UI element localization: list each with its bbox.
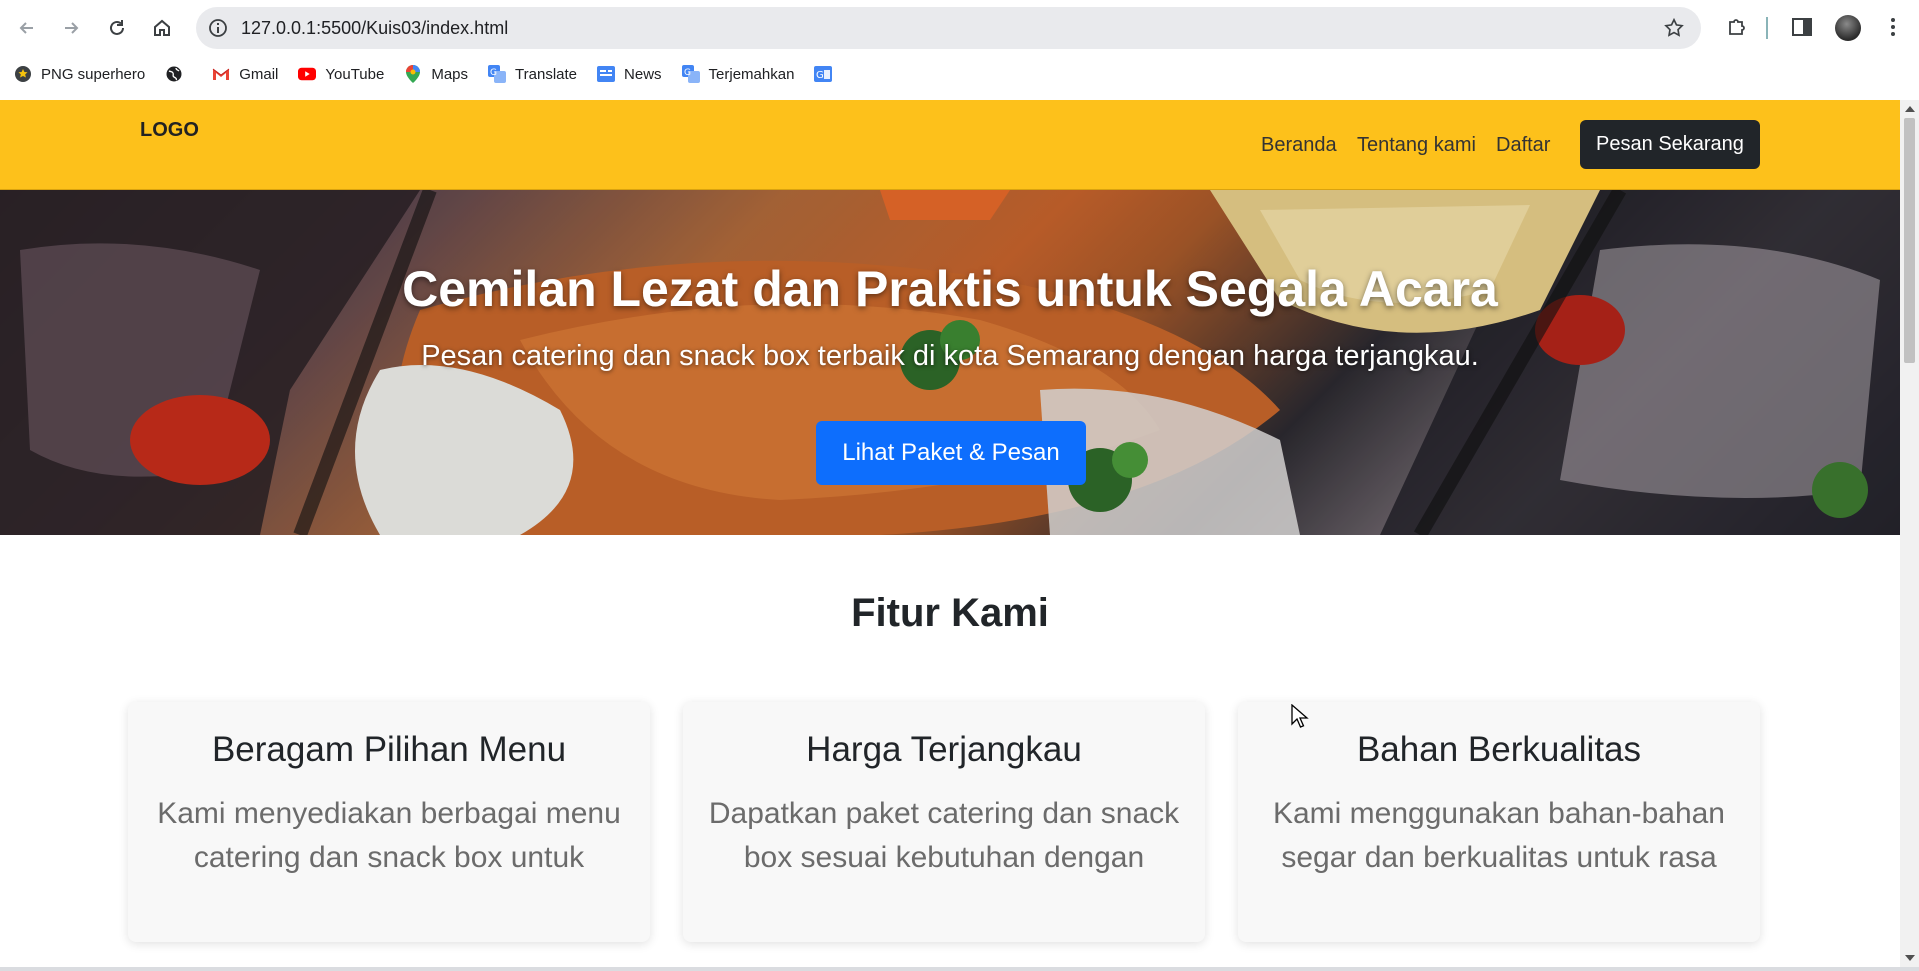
browser-toolbar: 127.0.0.1:5500/Kuis03/index.html [0, 0, 1919, 56]
home-button[interactable] [146, 12, 178, 44]
hero-subtitle: Pesan catering dan snack box terbaik di … [421, 340, 1479, 372]
bookmark-png-superhero[interactable]: PNG superhero [14, 60, 145, 88]
bookmark-label: Maps [431, 65, 469, 83]
globe-icon [165, 65, 183, 83]
nav-link-beranda[interactable]: Beranda [1261, 133, 1337, 157]
bookmark-gmail[interactable]: Gmail [212, 60, 278, 88]
side-panel-button[interactable] [1789, 14, 1815, 40]
feature-card: Bahan Berkualitas Kami menggunakan bahan… [1238, 702, 1760, 942]
news-icon [597, 65, 616, 83]
toolbar-divider [1766, 17, 1768, 39]
window-bottom-edge [0, 967, 1919, 971]
features-title: Fitur Kami [851, 591, 1049, 635]
bookmark-translate[interactable]: G Translate [488, 60, 577, 88]
feature-card: Harga Terjangkau Dapatkan paket catering… [683, 702, 1205, 942]
bookmark-maps[interactable]: Maps [404, 60, 468, 88]
feature-card-text: Kami menggunakan bahan-bahan segar dan b… [1272, 797, 1725, 874]
site-info-icon[interactable] [208, 18, 228, 38]
mouse-cursor-icon [1291, 704, 1309, 728]
forward-arrow-icon [65, 22, 79, 34]
bookmark-label: YouTube [325, 65, 385, 83]
nav-link-tentang-kami[interactable]: Tentang kami [1357, 133, 1476, 157]
feature-card: Beragam Pilihan Menu Kami menyediakan be… [128, 702, 650, 942]
feature-card-title: Beragam Pilihan Menu [211, 730, 567, 769]
bookmarks-bar: PNG superhero Gmail YouTube Maps G Trans… [0, 58, 1919, 90]
bookmark-terjemahkan[interactable]: G Terjemahkan [681, 60, 795, 88]
extensions-button[interactable] [1724, 14, 1750, 40]
reload-button[interactable] [101, 12, 133, 44]
bookmark-label: Translate [515, 65, 578, 83]
feature-card-title: Harga Terjangkau [806, 730, 1082, 769]
scroll-thumb[interactable] [1904, 118, 1915, 363]
feature-card-text: Dapatkan paket catering dan snack box se… [708, 797, 1180, 874]
feature-card-text: Kami menyediakan berbagai menu catering … [157, 797, 621, 874]
back-button[interactable] [11, 12, 43, 44]
bookmark-label: PNG superhero [41, 65, 146, 83]
hero-title: Cemilan Lezat dan Praktis untuk Segala A… [402, 261, 1498, 317]
svg-text:G: G [490, 68, 497, 78]
reload-icon [110, 20, 124, 35]
bookmark-label: Gmail [239, 65, 279, 83]
hero-section: Cemilan Lezat dan Praktis untuk Segala A… [0, 190, 1900, 535]
translate-icon: G [488, 65, 507, 83]
browser-menu-button[interactable] [1880, 14, 1906, 40]
side-panel-icon [1792, 18, 1812, 36]
page-viewport: LOGO Beranda Tentang kami Daftar Pesan S… [0, 100, 1900, 967]
kebab-menu-icon [1891, 18, 1895, 36]
nav-link-daftar[interactable]: Daftar [1496, 133, 1550, 157]
view-packages-button[interactable]: Lihat Paket & Pesan [816, 421, 1086, 485]
bookmark-globe[interactable] [165, 60, 192, 88]
translate-icon: G [681, 65, 700, 83]
feature-card-title: Bahan Berkualitas [1356, 730, 1642, 769]
forward-button[interactable] [55, 12, 87, 44]
address-bar[interactable]: 127.0.0.1:5500/Kuis03/index.html [196, 7, 1701, 49]
bookmark-google-translate[interactable]: G [814, 60, 841, 88]
scroll-up-arrow-icon[interactable] [1905, 106, 1915, 112]
puzzle-icon [1729, 19, 1745, 35]
bookmark-youtube[interactable]: YouTube [298, 60, 384, 88]
gmail-icon [212, 65, 230, 83]
svg-text:G: G [816, 70, 824, 81]
scroll-down-arrow-icon[interactable] [1905, 955, 1915, 961]
bookmark-label: News [624, 65, 662, 83]
youtube-icon [298, 65, 317, 83]
bookmark-label: Terjemahkan [708, 65, 795, 83]
site-logo[interactable]: LOGO [140, 119, 199, 142]
back-arrow-icon [19, 22, 33, 34]
url-text[interactable]: 127.0.0.1:5500/Kuis03/index.html [241, 18, 508, 38]
svg-text:G: G [684, 68, 691, 78]
bookmark-news[interactable]: News [597, 60, 662, 88]
home-icon [154, 19, 170, 36]
order-now-button[interactable]: Pesan Sekarang [1580, 120, 1760, 169]
page-scrollbar[interactable] [1900, 100, 1919, 967]
bookmark-star-icon[interactable] [1663, 17, 1685, 39]
site-header: LOGO Beranda Tentang kami Daftar Pesan S… [0, 100, 1900, 190]
maps-pin-icon [404, 65, 422, 83]
profile-avatar[interactable] [1835, 15, 1861, 41]
star-badge-icon [14, 65, 32, 83]
google-translate-icon: G [814, 65, 833, 83]
